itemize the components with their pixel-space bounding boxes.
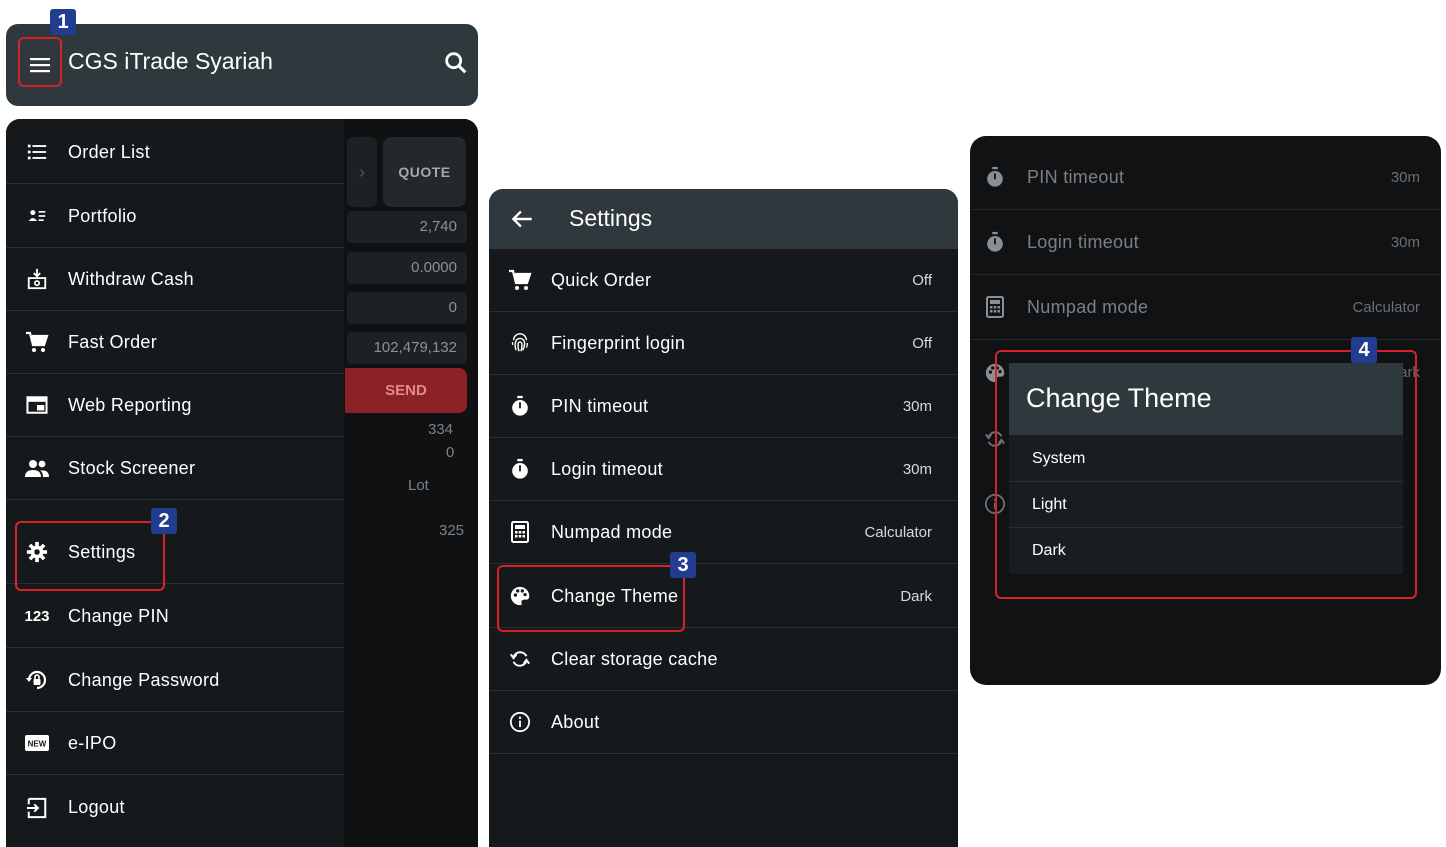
drawer-menu: Order List Portfolio Withdraw Cash Fast …: [6, 119, 344, 847]
svg-text:NEW: NEW: [28, 740, 47, 749]
setting-label: Login timeout: [551, 458, 663, 479]
settings-screen: Settings Quick Order Off Fingerprint log…: [489, 189, 958, 847]
info-icon: [507, 709, 533, 735]
highlight-box-theme-dialog: [995, 350, 1417, 599]
search-icon[interactable]: [442, 49, 470, 77]
stopwatch-icon: [507, 393, 533, 419]
setting-label: Numpad mode: [551, 521, 673, 542]
bg-price-cell: 2,740: [347, 211, 467, 243]
portfolio-icon: [24, 203, 50, 229]
setting-label: About: [551, 711, 600, 732]
drawer-item-label: Logout: [68, 797, 125, 817]
drawer-item-label: Change Password: [68, 669, 220, 690]
quote-button[interactable]: QUOTE: [383, 137, 466, 207]
step-badge-3: 3: [670, 552, 696, 578]
stopwatch-icon: [507, 456, 533, 482]
highlight-box-menu: [18, 37, 62, 87]
setting-quick-order[interactable]: Quick Order Off: [489, 249, 958, 312]
drawer-item-portfolio[interactable]: Portfolio: [6, 185, 344, 248]
setting-label: Clear storage cache: [551, 648, 718, 669]
setting-value: Calculator: [1352, 298, 1420, 316]
app-title: CGS iTrade Syariah: [68, 48, 273, 74]
setting-about[interactable]: About: [489, 691, 958, 754]
refresh-icon: [507, 646, 533, 672]
setting-clear-storage-cache[interactable]: Clear storage cache: [489, 628, 958, 691]
drawer-item-change-pin[interactable]: 123 Change PIN: [6, 585, 344, 648]
bg-qty-cell: 0: [347, 292, 467, 324]
list-icon: [24, 139, 50, 165]
settings-header: Settings: [489, 189, 958, 249]
navigation-drawer-screen: › QUOTE 2,740 0.0000 0 102,479,132 SEND …: [6, 119, 478, 847]
stopwatch-icon: [982, 229, 1008, 255]
lock-reset-icon: [24, 667, 50, 693]
drawer-item-label: Order List: [68, 141, 151, 162]
bg-total-cell: 102,479,132: [347, 332, 467, 364]
settings-title: Settings: [569, 205, 653, 231]
pin-123-icon: 123: [24, 607, 50, 625]
setting-value: 30m: [1390, 168, 1420, 186]
withdraw-cash-icon: [24, 266, 50, 292]
highlight-box-change-theme: [497, 565, 685, 632]
chevron-right-icon: ›: [347, 137, 377, 207]
setting-label: PIN timeout: [551, 395, 649, 416]
drawer-item-stock-screener[interactable]: Stock Screener: [6, 437, 344, 500]
setting-value: 30m: [902, 397, 932, 415]
bg-value-cell: 0.0000: [347, 252, 467, 284]
back-arrow-icon[interactable]: [509, 206, 535, 232]
bg-text: 0: [446, 444, 455, 461]
people-icon: [24, 455, 50, 481]
setting-value: Off: [912, 271, 932, 289]
setting-fingerprint-login[interactable]: Fingerprint login Off: [489, 312, 958, 375]
drawer-item-label: Withdraw Cash: [68, 268, 194, 289]
setting-pin-timeout[interactable]: PIN timeout 30m: [489, 375, 958, 438]
drawer-item-label: e-IPO: [68, 732, 117, 753]
new-badge-icon: NEW: [24, 730, 50, 756]
setting-label: PIN timeout: [1027, 166, 1125, 187]
drawer-item-label: Fast Order: [68, 331, 158, 352]
calculator-icon: [507, 519, 533, 545]
setting-label: Fingerprint login: [551, 332, 686, 353]
drawer-item-logout[interactable]: Logout: [6, 776, 344, 839]
drawer-item-label: Stock Screener: [68, 457, 196, 478]
step-badge-2: 2: [151, 508, 177, 534]
logout-icon: [24, 795, 50, 821]
fingerprint-icon: [507, 330, 533, 356]
bg-text: 325: [439, 522, 465, 539]
drawer-item-e-ipo[interactable]: NEW e-IPO: [6, 712, 344, 775]
setting-login-timeout[interactable]: Login timeout 30m: [489, 438, 958, 501]
setting-value: 30m: [1390, 233, 1420, 251]
setting-value: 30m: [902, 460, 932, 478]
setting-label: Numpad mode: [1027, 296, 1149, 317]
cart-icon: [24, 329, 50, 355]
step-badge-1: 1: [50, 9, 76, 35]
setting-value: Calculator: [864, 523, 932, 541]
setting-numpad-mode-dimmed: Numpad mode Calculator: [970, 275, 1441, 340]
bg-text: 334: [428, 421, 454, 438]
web-reporting-icon: [24, 392, 50, 418]
drawer-item-change-password[interactable]: Change Password: [6, 649, 344, 712]
send-button[interactable]: SEND: [345, 368, 467, 413]
setting-value: Off: [912, 334, 932, 352]
drawer-item-label: Portfolio: [68, 205, 137, 226]
calculator-icon: [982, 294, 1008, 320]
setting-numpad-mode[interactable]: Numpad mode Calculator: [489, 501, 958, 564]
app-bar: CGS iTrade Syariah: [6, 24, 478, 106]
drawer-item-order-list[interactable]: Order List: [6, 121, 344, 184]
drawer-item-label: Change PIN: [68, 605, 170, 626]
quick-order-cart-icon: [507, 267, 533, 293]
setting-pin-timeout-dimmed: PIN timeout 30m: [970, 145, 1441, 210]
setting-label: Quick Order: [551, 269, 652, 290]
drawer-item-web-reporting[interactable]: Web Reporting: [6, 374, 344, 437]
drawer-item-withdraw-cash[interactable]: Withdraw Cash: [6, 248, 344, 311]
drawer-item-fast-order[interactable]: Fast Order: [6, 311, 344, 374]
setting-value: Dark: [900, 587, 932, 605]
highlight-box-settings: [15, 521, 165, 591]
step-badge-4: 4: [1351, 337, 1377, 363]
bg-lot-label: Lot: [408, 477, 429, 494]
setting-login-timeout-dimmed: Login timeout 30m: [970, 210, 1441, 275]
stopwatch-icon: [982, 164, 1008, 190]
drawer-item-label: Web Reporting: [68, 394, 192, 415]
setting-label: Login timeout: [1027, 231, 1139, 252]
